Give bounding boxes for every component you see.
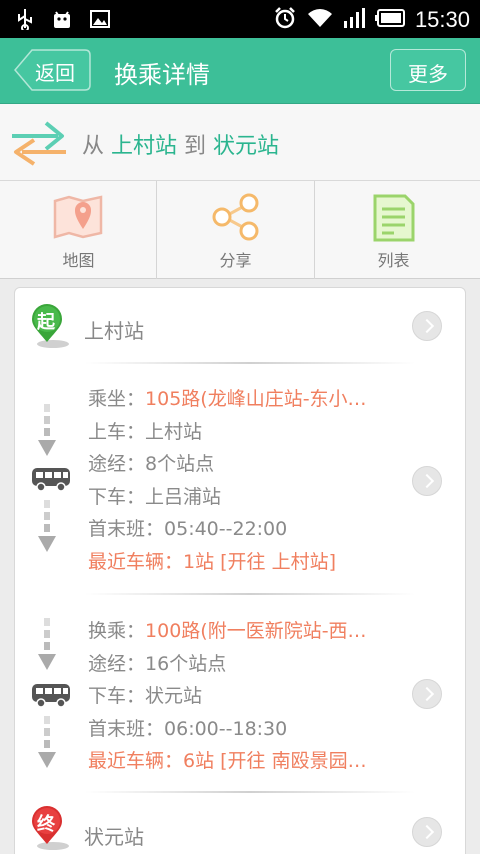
nearest-label: 最近车辆： bbox=[88, 551, 184, 573]
from-station: 上村站 bbox=[111, 134, 178, 159]
back-button-label: 返回 bbox=[35, 61, 75, 85]
down-arrows-icon bbox=[37, 404, 57, 464]
board-label: 上车： bbox=[88, 421, 146, 443]
down-arrows-icon bbox=[37, 618, 57, 678]
schedule-line: 首末班：06:00--18:30 bbox=[88, 714, 287, 741]
nearest-label: 最近车辆： bbox=[88, 750, 184, 772]
transfer-route: 100路(附一医新院站-西… bbox=[145, 620, 367, 642]
ride-label: 乘坐： bbox=[88, 388, 146, 410]
start-pin-icon: 起 bbox=[31, 304, 71, 354]
android-debug-icon bbox=[50, 8, 74, 34]
clock-time: 15:30 bbox=[414, 7, 470, 32]
route-summary: 从 上村站 到 状元站 bbox=[0, 104, 480, 181]
schedule-value: 05:40--22:00 bbox=[164, 518, 288, 540]
end-pin-icon: 终 bbox=[31, 806, 71, 854]
row-divider bbox=[85, 362, 415, 364]
tab-share-label: 分享 bbox=[219, 251, 252, 270]
wifi-icon bbox=[307, 7, 333, 33]
bus-icon bbox=[31, 466, 71, 496]
usb-icon bbox=[16, 8, 34, 34]
alight-label: 下车： bbox=[88, 685, 146, 707]
battery-icon bbox=[374, 9, 405, 31]
action-tabs: 地图 分享 列表 bbox=[0, 181, 480, 279]
nearest-vehicle-line: 最近车辆：1站 [开往 上村站] bbox=[88, 547, 336, 574]
to-station: 状元站 bbox=[213, 134, 280, 159]
segment-2-chevron-icon[interactable] bbox=[412, 679, 442, 709]
segment-2: 换乘：100路(附一医新院站-西… 途经：16个站点 下车：状元站 首末班：06… bbox=[88, 616, 398, 786]
down-arrows-icon bbox=[37, 716, 57, 776]
map-pin-icon bbox=[53, 193, 105, 245]
share-icon bbox=[210, 193, 262, 245]
swap-arrows-icon bbox=[8, 118, 70, 172]
more-button-label: 更多 bbox=[408, 62, 448, 86]
transfer-label: 换乘： bbox=[88, 620, 146, 642]
start-station-name: 上村站 bbox=[84, 319, 144, 343]
signal-icon bbox=[343, 7, 365, 33]
alight-label: 下车： bbox=[88, 486, 146, 508]
ride-line: 乘坐：105路(龙峰山庄站-东小… bbox=[88, 384, 367, 411]
title-bar: 返回 换乘详情 更多 bbox=[0, 38, 480, 104]
down-arrows-icon bbox=[37, 500, 57, 560]
board-value: 上村站 bbox=[145, 421, 203, 443]
via-label: 途经： bbox=[88, 453, 146, 475]
more-button[interactable]: 更多 bbox=[390, 49, 466, 91]
route-text: 从 上村站 到 状元站 bbox=[82, 128, 279, 160]
from-word: 从 bbox=[82, 134, 105, 159]
via-line: 途经：8个站点 bbox=[88, 449, 214, 476]
alight-line: 下车：上吕浦站 bbox=[88, 482, 221, 509]
tab-map[interactable]: 地图 bbox=[0, 181, 157, 279]
via-value: 8个站点 bbox=[145, 453, 215, 475]
image-icon bbox=[90, 10, 110, 32]
page-title: 换乘详情 bbox=[114, 61, 210, 89]
to-word: 到 bbox=[184, 134, 207, 159]
list-doc-icon bbox=[372, 193, 416, 247]
row-divider bbox=[85, 791, 415, 793]
via-value: 16个站点 bbox=[145, 653, 227, 675]
schedule-label: 首末班： bbox=[88, 518, 165, 540]
nearest-value: 6站 [开往 南殴景园… bbox=[183, 750, 367, 772]
alight-line: 下车：状元站 bbox=[88, 681, 202, 708]
row-divider bbox=[85, 593, 415, 595]
end-chevron-icon[interactable] bbox=[412, 817, 442, 847]
route-detail-card: 起 上村站 乘坐：105路(龙峰山庄站-东小… 上车：上村站 途经：8个站点 下… bbox=[14, 287, 466, 854]
start-badge: 起 bbox=[37, 312, 55, 333]
alarm-icon bbox=[273, 6, 297, 34]
bus-icon bbox=[31, 682, 71, 712]
nearest-value: 1站 [开往 上村站] bbox=[183, 551, 337, 573]
schedule-line: 首末班：05:40--22:00 bbox=[88, 514, 287, 541]
alight-value: 状元站 bbox=[145, 685, 203, 707]
ride-route: 105路(龙峰山庄站-东小… bbox=[145, 388, 367, 410]
schedule-value: 06:00--18:30 bbox=[164, 718, 288, 740]
end-station-name: 状元站 bbox=[84, 825, 144, 849]
transfer-line: 换乘：100路(附一医新院站-西… bbox=[88, 616, 367, 643]
status-bar: 15:30 bbox=[0, 0, 480, 38]
tab-list[interactable]: 列表 bbox=[315, 181, 472, 279]
nearest-vehicle-line: 最近车辆：6站 [开往 南殴景园… bbox=[88, 746, 367, 773]
back-button[interactable]: 返回 bbox=[14, 49, 91, 91]
tab-share[interactable]: 分享 bbox=[157, 181, 314, 279]
schedule-label: 首末班： bbox=[88, 718, 165, 740]
via-line: 途经：16个站点 bbox=[88, 649, 226, 676]
via-label: 途经： bbox=[88, 653, 146, 675]
end-badge: 终 bbox=[37, 814, 55, 835]
segment-1: 乘坐：105路(龙峰山庄站-东小… 上车：上村站 途经：8个站点 下车：上吕浦站… bbox=[88, 384, 398, 584]
tab-map-label: 地图 bbox=[62, 251, 95, 270]
alight-value: 上吕浦站 bbox=[145, 486, 222, 508]
tab-list-label: 列表 bbox=[377, 251, 410, 270]
board-line: 上车：上村站 bbox=[88, 417, 202, 444]
segment-1-chevron-icon[interactable] bbox=[412, 466, 442, 496]
start-chevron-icon[interactable] bbox=[412, 311, 442, 341]
